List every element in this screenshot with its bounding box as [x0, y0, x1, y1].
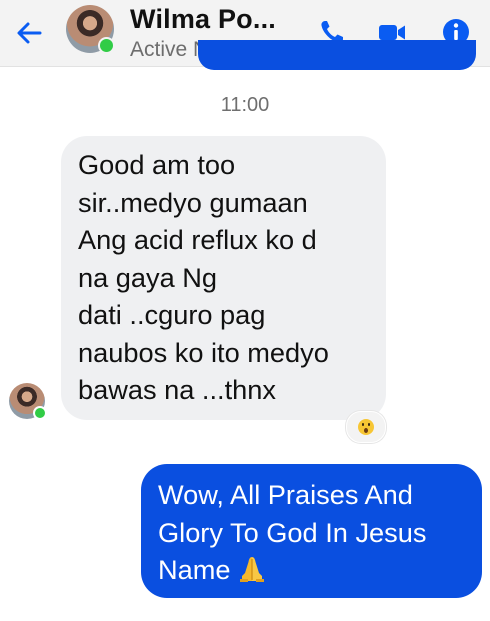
outgoing-message-bubble[interactable]: Wow, All Praises And Glory To God In Jes…	[141, 464, 482, 598]
surprised-face-emoji	[358, 419, 374, 435]
outgoing-message-text: Wow, All Praises And Glory To God In Jes…	[158, 479, 427, 585]
online-status-dot	[98, 37, 115, 54]
online-status-dot	[33, 406, 47, 420]
folded-hands-emoji	[239, 557, 264, 582]
message-reaction[interactable]	[346, 411, 386, 443]
back-arrow-icon[interactable]	[14, 18, 44, 48]
previous-message-bubble	[198, 40, 476, 70]
message-timestamp: 11:00	[220, 94, 270, 116]
contact-avatar[interactable]	[66, 5, 115, 54]
contact-name[interactable]: Wilma Po...	[130, 4, 276, 35]
incoming-message-bubble[interactable]: Good am too sir..medyo gumaan Ang acid r…	[61, 136, 386, 420]
outgoing-message-content: Wow, All Praises And Glory To God In Jes…	[158, 476, 470, 589]
sender-avatar[interactable]	[9, 383, 47, 420]
incoming-message-text: Good am too sir..medyo gumaan Ang acid r…	[78, 149, 329, 405]
